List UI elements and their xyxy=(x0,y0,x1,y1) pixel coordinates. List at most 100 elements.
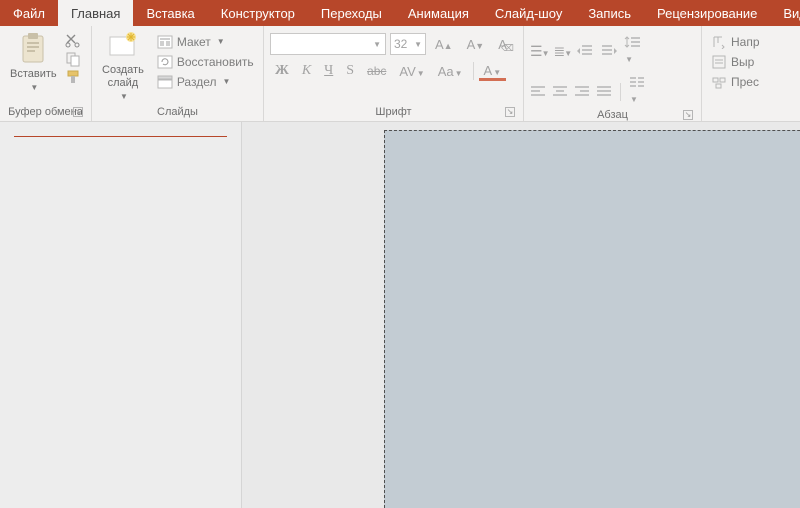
ribbon-tabstrip: Файл Главная Вставка Конструктор Переход… xyxy=(0,0,800,26)
group-drawing: Напр Выр Прес xyxy=(702,26,782,121)
paste-label: Вставить xyxy=(10,68,57,81)
shrink-font-button[interactable]: A▼ xyxy=(462,35,490,54)
align-text-label: Выр xyxy=(731,54,754,70)
indent-icon xyxy=(600,44,618,58)
clear-format-button[interactable]: A⌫ xyxy=(493,35,512,54)
dialog-launcher-icon[interactable]: ↘ xyxy=(683,110,693,120)
font-size-value: 32 xyxy=(394,37,407,51)
bold-button[interactable]: Ж xyxy=(270,61,294,81)
group-clipboard-label: Буфер обмена ↘ xyxy=(6,104,85,121)
copy-icon xyxy=(65,51,81,67)
italic-button[interactable]: К xyxy=(297,61,316,81)
increase-indent-button[interactable] xyxy=(600,44,618,58)
separator xyxy=(620,83,621,101)
decrease-indent-button[interactable] xyxy=(576,44,594,58)
layout-button[interactable]: Макет ▼ xyxy=(154,33,257,51)
align-justify-icon xyxy=(596,86,612,98)
group-slides-label: Слайды xyxy=(98,104,257,121)
group-paragraph-label: Абзац ↘ xyxy=(530,107,695,122)
clipboard-icon xyxy=(19,31,47,65)
line-spacing-icon xyxy=(624,35,642,49)
separator xyxy=(473,62,474,80)
grow-font-button[interactable]: A▲ xyxy=(430,35,458,54)
new-slide-icon xyxy=(107,31,139,61)
align-right-icon xyxy=(574,86,590,98)
slide-insertion-marker[interactable] xyxy=(14,136,227,140)
char-spacing-button[interactable]: AV▼ xyxy=(394,62,429,81)
layout-icon xyxy=(157,34,173,50)
convert-smartart-button[interactable]: Прес xyxy=(708,73,763,91)
reset-label: Восстановить xyxy=(177,54,254,70)
align-text-icon xyxy=(711,54,727,70)
chevron-down-icon: ▼ xyxy=(414,40,422,49)
font-size-combo[interactable]: 32 ▼ xyxy=(390,33,426,55)
outdent-icon xyxy=(576,44,594,58)
slide-edit-area[interactable] xyxy=(242,122,800,508)
chevron-down-icon: ▼ xyxy=(222,74,230,90)
section-label: Раздел xyxy=(177,74,217,90)
line-spacing-button[interactable]: ▼ xyxy=(624,35,642,67)
align-right-button[interactable] xyxy=(574,86,590,98)
tab-animations[interactable]: Анимация xyxy=(395,0,482,26)
align-text-button[interactable]: Выр xyxy=(708,53,763,71)
ribbon: Вставить ▼ Буфер обмена ↘ xyxy=(0,26,800,122)
tab-view[interactable]: Вид xyxy=(770,0,800,26)
dialog-launcher-icon[interactable]: ↘ xyxy=(505,107,515,117)
bullets-button[interactable]: ☰▼ xyxy=(530,43,547,60)
slide-thumbnails-panel[interactable] xyxy=(0,122,242,508)
tab-transitions[interactable]: Переходы xyxy=(308,0,395,26)
tab-slideshow[interactable]: Слайд-шоу xyxy=(482,0,575,26)
font-name-combo[interactable]: ▼ xyxy=(270,33,386,55)
align-left-icon xyxy=(530,86,546,98)
copy-button[interactable] xyxy=(65,51,81,67)
chevron-down-icon: ▼ xyxy=(217,34,225,50)
section-icon xyxy=(157,74,173,90)
chevron-down-icon: ▼ xyxy=(30,81,38,94)
text-direction-label: Напр xyxy=(731,34,760,50)
align-left-button[interactable] xyxy=(530,86,546,98)
content-placeholder[interactable] xyxy=(384,130,800,508)
tab-review[interactable]: Рецензирование xyxy=(644,0,770,26)
group-clipboard: Вставить ▼ Буфер обмена ↘ xyxy=(0,26,92,121)
text-direction-button[interactable]: Напр xyxy=(708,33,763,51)
scissors-icon xyxy=(65,33,81,49)
align-justify-button[interactable] xyxy=(596,86,612,98)
group-font-label: Шрифт ↘ xyxy=(270,104,517,121)
change-case-button[interactable]: Aa▼ xyxy=(433,62,468,81)
layout-label: Макет xyxy=(177,34,211,50)
tab-file[interactable]: Файл xyxy=(0,0,58,26)
new-slide-label: Создать слайд xyxy=(102,64,144,90)
convert-label: Прес xyxy=(731,74,759,90)
columns-button[interactable]: ▼ xyxy=(629,77,645,107)
format-painter-button[interactable] xyxy=(65,69,81,85)
chevron-down-icon: ▼ xyxy=(373,40,381,49)
strike-button[interactable]: abc xyxy=(362,62,391,80)
cut-button[interactable] xyxy=(65,33,81,49)
section-button[interactable]: Раздел ▼ xyxy=(154,73,257,91)
new-slide-button[interactable]: Создать слайд ▼ xyxy=(98,29,148,104)
font-color-button[interactable]: A▼ xyxy=(479,61,507,81)
tab-insert[interactable]: Вставка xyxy=(133,0,207,26)
workspace xyxy=(0,122,800,508)
tab-record[interactable]: Запись xyxy=(575,0,644,26)
group-drawing-label xyxy=(708,116,776,121)
shadow-button[interactable]: S xyxy=(341,61,359,81)
columns-icon xyxy=(629,77,645,89)
underline-button[interactable]: Ч xyxy=(319,61,338,81)
smartart-icon xyxy=(711,74,727,90)
align-center-button[interactable] xyxy=(552,86,568,98)
chevron-down-icon: ▼ xyxy=(120,90,128,103)
numbering-button[interactable]: ≣▼ xyxy=(553,43,570,60)
group-slides: Создать слайд ▼ Макет ▼ Восстановить xyxy=(92,26,264,121)
tab-design[interactable]: Конструктор xyxy=(208,0,308,26)
reset-icon xyxy=(157,54,173,70)
group-font: ▼ 32 ▼ A▲ A▼ A⌫ Ж К Ч S abc AV▼ Aa▼ A▼ xyxy=(264,26,524,121)
text-direction-icon xyxy=(711,34,727,50)
paste-button[interactable]: Вставить ▼ xyxy=(6,29,61,104)
dialog-launcher-icon[interactable]: ↘ xyxy=(73,107,83,117)
tab-home[interactable]: Главная xyxy=(58,0,133,26)
reset-button[interactable]: Восстановить xyxy=(154,53,257,71)
group-paragraph: ☰▼ ≣▼ ▼ ▼ Абзац xyxy=(524,26,702,121)
brush-icon xyxy=(65,69,81,85)
align-center-icon xyxy=(552,86,568,98)
